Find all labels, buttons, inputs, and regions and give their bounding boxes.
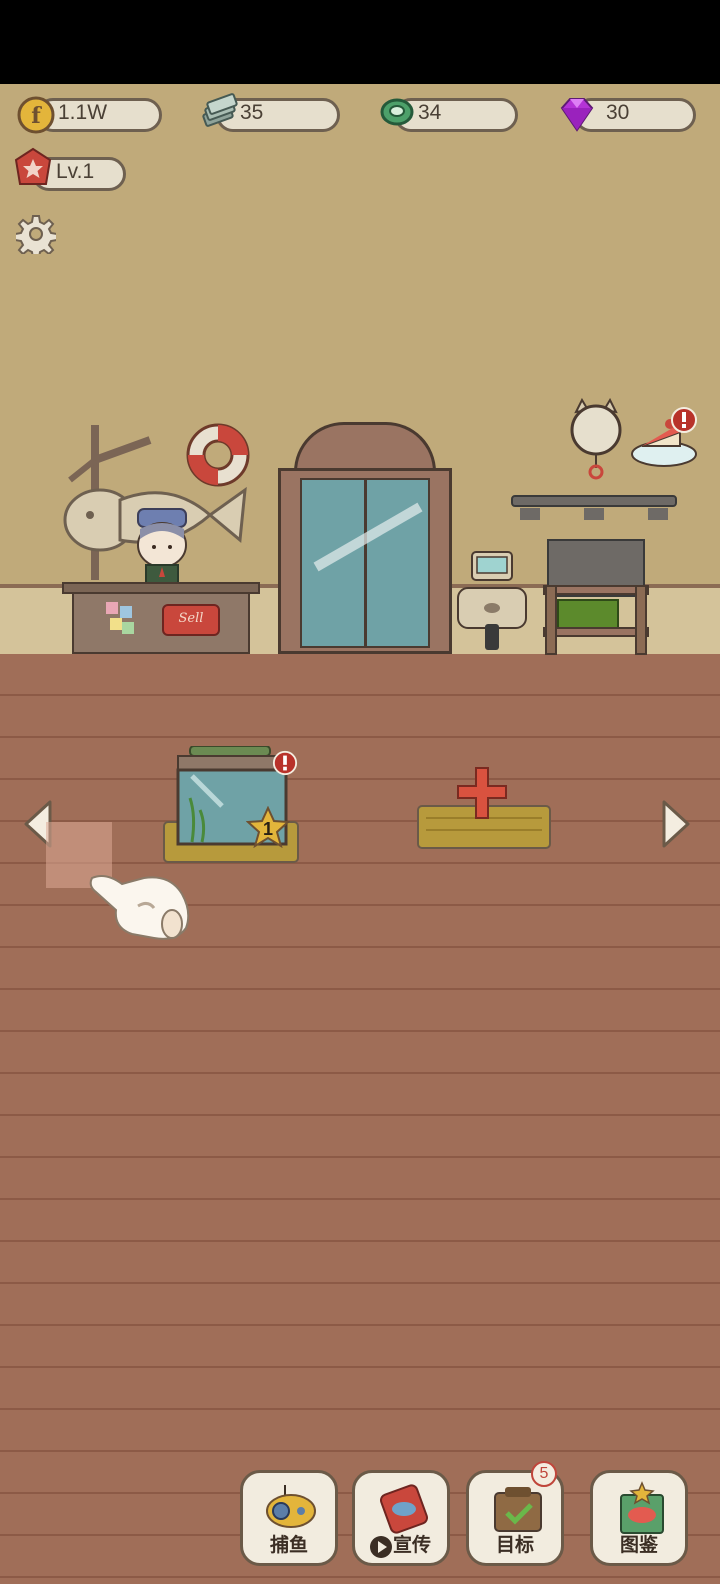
goals-label: 目标 <box>495 1534 534 1556</box>
tank-alert-icon <box>272 750 298 776</box>
cat-clock <box>570 398 622 480</box>
level-value: Lv.1 <box>56 160 95 183</box>
fishing-label: 捕鱼 <box>269 1534 308 1556</box>
clipboard-check-icon <box>494 1487 542 1532</box>
add-tank-slot[interactable] <box>416 766 552 854</box>
sticky-notes <box>106 602 136 638</box>
wall-shelf <box>511 495 677 520</box>
coin-icon: f <box>17 96 55 134</box>
star-level-icon <box>14 147 52 185</box>
robot-assistant[interactable] <box>452 550 532 654</box>
promote-label: 宣传 <box>392 1534 431 1556</box>
goals-button[interactable]: 5 目标 <box>466 1461 564 1566</box>
fish-book-icon <box>620 1481 664 1534</box>
sell-sign[interactable]: Sell <box>162 604 220 636</box>
cash-value: 35 <box>240 101 264 124</box>
shopkeeper-character[interactable] <box>130 505 194 589</box>
fish-tank-slot[interactable]: 1 <box>162 746 300 868</box>
status-bar <box>0 0 720 84</box>
coins-value: 1.1W <box>58 101 108 124</box>
tutorial-hand-pointer <box>89 875 190 940</box>
collection-label: 图鉴 <box>619 1534 658 1556</box>
promote-button[interactable]: 宣传 <box>352 1470 450 1566</box>
gems-value: 30 <box>606 101 630 124</box>
submarine-icon <box>266 1485 316 1528</box>
life-ring-decor <box>186 423 250 487</box>
gem-icon <box>560 98 594 132</box>
collection-button[interactable]: 图鉴 <box>590 1470 688 1566</box>
drying-rack <box>543 539 649 655</box>
sell-counter[interactable]: Sell <box>62 582 260 658</box>
fishing-button[interactable]: 捕鱼 <box>240 1470 338 1566</box>
elevator-door[interactable] <box>278 422 452 654</box>
next-room-arrow[interactable] <box>658 798 694 850</box>
settings-gear-icon[interactable] <box>16 214 56 254</box>
shell-icon <box>380 98 414 126</box>
cash-stack-icon <box>202 93 238 127</box>
shop-floor <box>0 654 720 1584</box>
shells-value: 34 <box>418 101 442 124</box>
plus-icon <box>457 767 507 819</box>
goals-badge: 5 <box>531 1461 557 1487</box>
alert-icon <box>671 407 697 433</box>
fish-can-icon <box>379 1484 429 1534</box>
tank-star-count: 1 <box>262 819 273 839</box>
svg-text:f: f <box>31 103 42 129</box>
sell-sign-label: Sell <box>178 611 204 626</box>
